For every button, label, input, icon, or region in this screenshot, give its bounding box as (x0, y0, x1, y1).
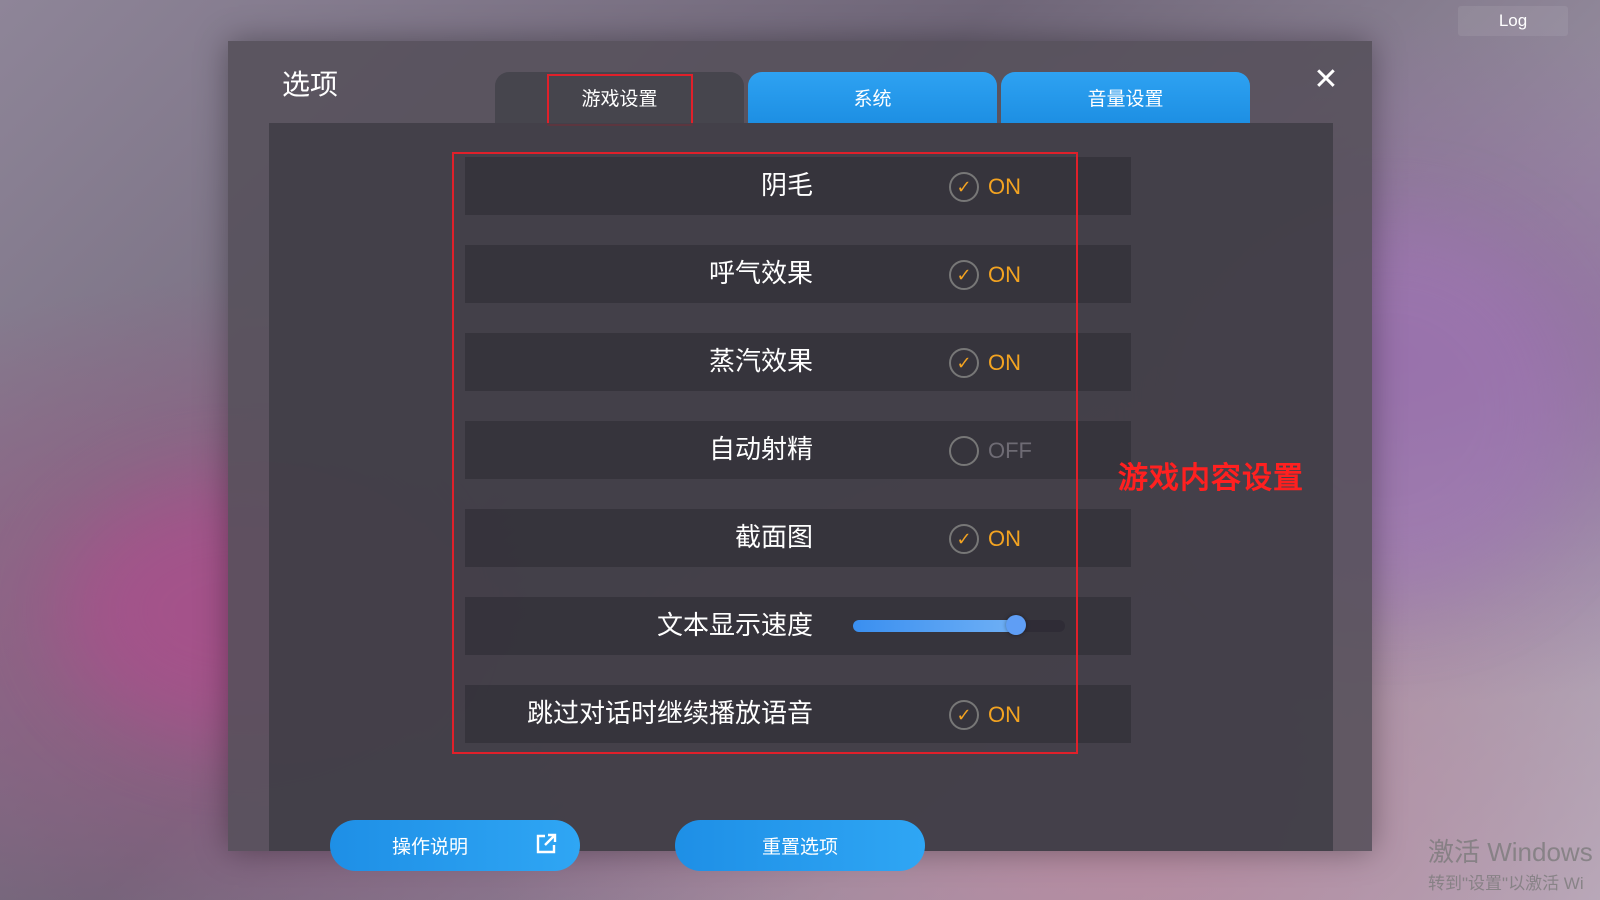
tab-label: 系统 (853, 88, 892, 110)
dialog-title: 选项 (282, 68, 339, 101)
toggle-state: ON (988, 262, 1021, 287)
toggle-switch[interactable]: ✓ ON (949, 522, 1021, 556)
external-link-icon (536, 833, 557, 854)
toggle-switch[interactable]: OFF (949, 434, 1032, 468)
setting-label: 阴毛 (760, 171, 813, 201)
toggle-state: ON (988, 350, 1021, 375)
check-icon: ✓ (949, 524, 979, 554)
tab-game-settings[interactable]: 游戏设置 (495, 72, 744, 126)
setting-row-cross-section: 截面图 ✓ ON (465, 509, 1131, 567)
settings-list: 阴毛 ✓ ON 呼气效果 ✓ ON 蒸汽效果 ✓ ON 自动射精 OFF 截面图… (465, 157, 1131, 773)
toggle-switch[interactable]: ✓ ON (949, 170, 1021, 204)
setting-label: 呼气效果 (708, 259, 813, 289)
options-dialog: 选项 游戏设置 系统 音量设置 ✕ 阴毛 ✓ ON 呼气效果 ✓ ON 蒸汽效果… (228, 41, 1372, 871)
toggle-switch[interactable]: ✓ ON (949, 698, 1021, 732)
tab-label: 音量设置 (1087, 88, 1164, 110)
toggle-switch[interactable]: ✓ ON (949, 346, 1021, 380)
close-icon: ✕ (1313, 61, 1339, 97)
tab-bar: 游戏设置 系统 音量设置 (495, 72, 1250, 126)
close-button[interactable]: ✕ (1308, 61, 1344, 97)
setting-label: 跳过对话时继续播放语音 (526, 699, 813, 729)
check-icon: ✓ (949, 260, 979, 290)
check-icon: ✓ (949, 700, 979, 730)
toggle-switch[interactable]: ✓ ON (949, 258, 1021, 292)
setting-row-auto: 自动射精 OFF (465, 421, 1131, 479)
setting-row-skip-voice: 跳过对话时继续播放语音 ✓ ON (465, 685, 1131, 743)
manual-button[interactable]: 操作说明 (330, 820, 580, 871)
empty-circle-icon (949, 436, 979, 466)
toggle-state: OFF (988, 438, 1032, 463)
reset-options-button[interactable]: 重置选项 (675, 820, 925, 871)
watermark-line-2: 转到"设置"以激活 Wi (1428, 874, 1584, 893)
slider-handle[interactable] (1006, 615, 1027, 635)
setting-label: 自动射精 (708, 435, 813, 465)
setting-row-text-speed: 文本显示速度 (465, 597, 1131, 655)
log-button[interactable]: Log (1458, 6, 1568, 36)
tab-volume-settings[interactable]: 音量设置 (1001, 72, 1250, 123)
check-icon: ✓ (949, 348, 979, 378)
setting-label: 截面图 (734, 523, 813, 553)
tab-highlight-box (547, 74, 693, 126)
tab-system[interactable]: 系统 (748, 72, 997, 123)
manual-button-label: 操作说明 (391, 836, 468, 858)
toggle-state: ON (988, 526, 1021, 551)
setting-label: 文本显示速度 (656, 611, 813, 641)
windows-activation-watermark: 激活 Windows 转到"设置"以激活 Wi (1428, 832, 1600, 894)
check-icon: ✓ (949, 172, 979, 202)
setting-label: 蒸汽效果 (708, 347, 813, 377)
toggle-state: ON (988, 702, 1021, 727)
setting-row-breath-effect: 呼气效果 ✓ ON (465, 245, 1131, 303)
watermark-line-1: 激活 Windows (1428, 837, 1593, 867)
text-speed-slider[interactable] (853, 615, 1065, 635)
annotation-label: 游戏内容设置 (1118, 461, 1304, 496)
setting-row-steam-effect: 蒸汽效果 ✓ ON (465, 333, 1131, 391)
setting-row-pubic-hair: 阴毛 ✓ ON (465, 157, 1131, 215)
reset-button-label: 重置选项 (761, 836, 838, 858)
toggle-state: ON (988, 174, 1021, 199)
slider-fill (853, 620, 1017, 632)
